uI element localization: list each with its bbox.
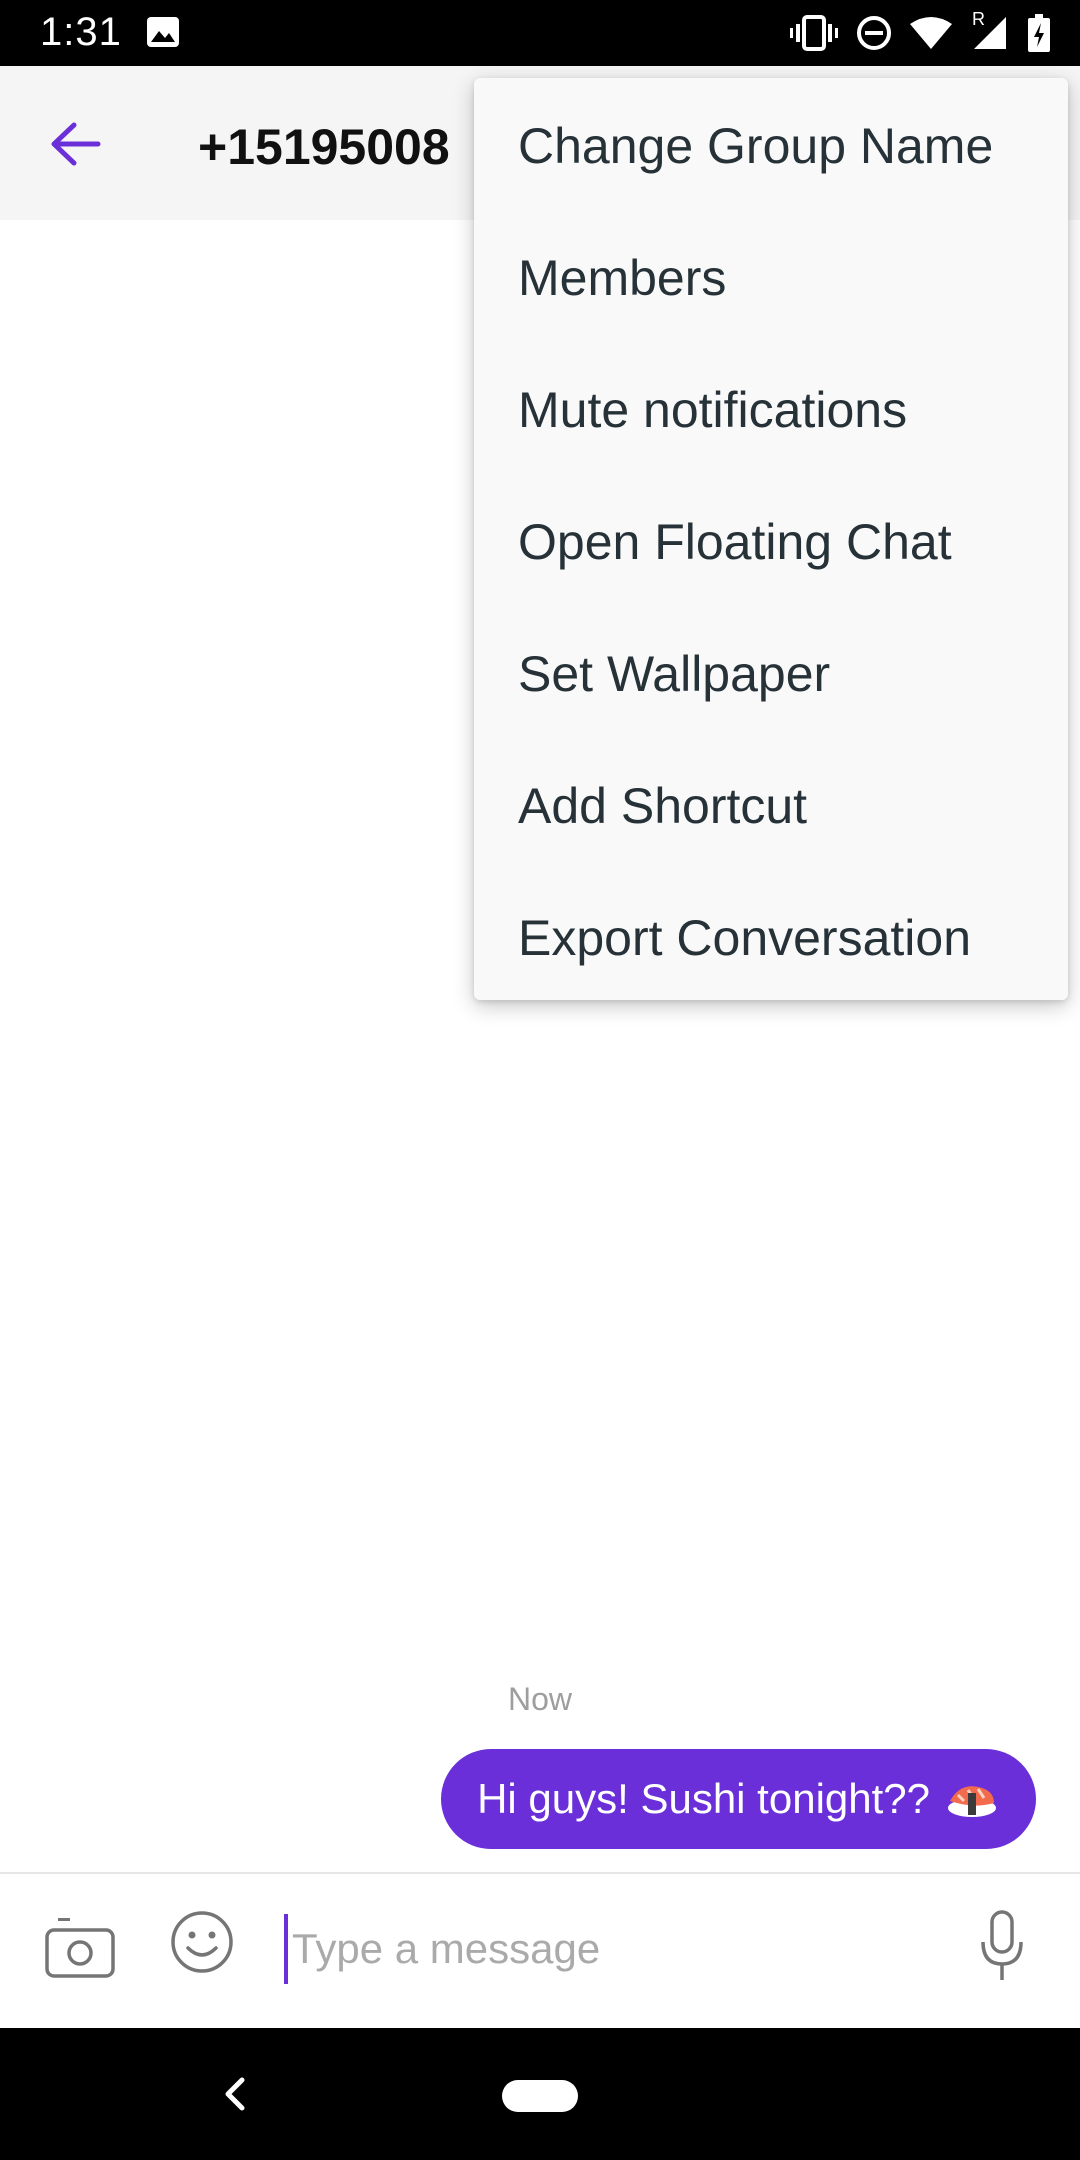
status-bar: 1:31 R bbox=[0, 0, 1080, 66]
system-navigation-bar bbox=[0, 2028, 1080, 2160]
message-timestamp: Now bbox=[507, 1681, 572, 1717]
smiley-icon bbox=[171, 1911, 233, 1973]
menu-item-change-group-name[interactable]: Change Group Name bbox=[474, 80, 1068, 212]
wifi-icon bbox=[910, 17, 952, 49]
roaming-badge: R bbox=[972, 9, 985, 29]
conversation-title: +15195008 bbox=[198, 119, 450, 175]
vibrate-icon bbox=[790, 15, 838, 51]
battery-charging-icon bbox=[1028, 14, 1050, 52]
sushi-icon bbox=[944, 1779, 1000, 1819]
menu-item-members[interactable]: Members bbox=[474, 212, 1068, 344]
back-button[interactable] bbox=[36, 110, 116, 178]
outgoing-message-bubble[interactable]: Hi guys! Sushi tonight?? bbox=[441, 1749, 1036, 1849]
message-input[interactable] bbox=[284, 1914, 924, 1984]
arrow-back-icon bbox=[51, 122, 101, 166]
camera-icon bbox=[45, 1918, 115, 1978]
voice-record-button[interactable] bbox=[978, 1908, 1026, 1984]
nav-back-icon[interactable] bbox=[218, 2074, 252, 2114]
nav-home-pill[interactable] bbox=[502, 2080, 578, 2112]
message-text: Hi guys! Sushi tonight?? bbox=[477, 1775, 930, 1822]
message-composer bbox=[0, 1872, 1080, 2028]
overflow-menu: Change Group Name Members Mute notificat… bbox=[474, 78, 1068, 1000]
status-icons: R bbox=[790, 9, 1050, 54]
cell-signal-icon: R bbox=[970, 9, 1010, 51]
menu-item-export-conversation[interactable]: Export Conversation bbox=[474, 872, 1068, 1004]
emoji-button[interactable] bbox=[170, 1910, 234, 1974]
menu-item-add-shortcut[interactable]: Add Shortcut bbox=[474, 740, 1068, 872]
image-notification-icon bbox=[147, 17, 179, 47]
do-not-disturb-icon bbox=[857, 16, 891, 50]
camera-button[interactable] bbox=[44, 1912, 116, 1982]
menu-item-set-wallpaper[interactable]: Set Wallpaper bbox=[474, 608, 1068, 740]
menu-item-mute-notifications[interactable]: Mute notifications bbox=[474, 344, 1068, 476]
status-time: 1:31 bbox=[40, 10, 122, 54]
menu-item-open-floating-chat[interactable]: Open Floating Chat bbox=[474, 476, 1068, 608]
microphone-icon bbox=[981, 1910, 1023, 1980]
